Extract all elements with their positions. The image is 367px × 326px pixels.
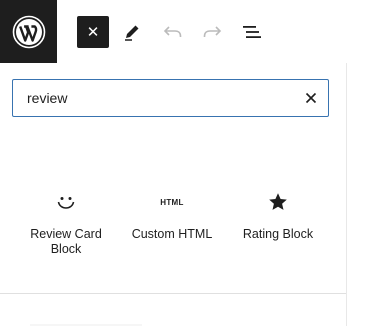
smile-icon [57, 197, 75, 209]
panel-divider [0, 293, 346, 294]
block-custom-html[interactable]: HTML Custom HTML [122, 185, 222, 242]
undo-button[interactable] [157, 16, 189, 48]
editor-toolbar: ✕ [0, 0, 367, 63]
wordpress-logo-icon [12, 15, 45, 48]
redo-icon [203, 26, 222, 37]
block-label: Custom HTML [131, 227, 213, 241]
block-rating[interactable]: Rating Block [228, 185, 328, 242]
close-icon [305, 92, 317, 104]
star-icon [269, 193, 287, 210]
close-icon: ✕ [86, 23, 100, 41]
undo-icon [163, 26, 182, 37]
pencil-icon [125, 25, 139, 41]
html-icon: HTML [160, 197, 184, 207]
block-label: Review Card Block [30, 227, 102, 256]
block-inserter-panel: Review Card Block HTML Custom HTML Ratin… [0, 63, 346, 326]
close-inserter-button[interactable]: ✕ [77, 16, 109, 48]
block-search-input[interactable] [27, 80, 287, 115]
edit-tools-button[interactable] [116, 16, 148, 48]
list-view-icon [243, 26, 261, 38]
editor-canvas-edge [347, 63, 367, 326]
clear-search-button[interactable] [302, 89, 320, 107]
block-review-card[interactable]: Review Card Block [16, 185, 116, 257]
wordpress-logo-button[interactable] [0, 0, 57, 63]
document-overview-button[interactable] [236, 16, 268, 48]
redo-button[interactable] [196, 16, 228, 48]
block-search-box [12, 79, 329, 117]
block-label: Rating Block [242, 227, 314, 241]
